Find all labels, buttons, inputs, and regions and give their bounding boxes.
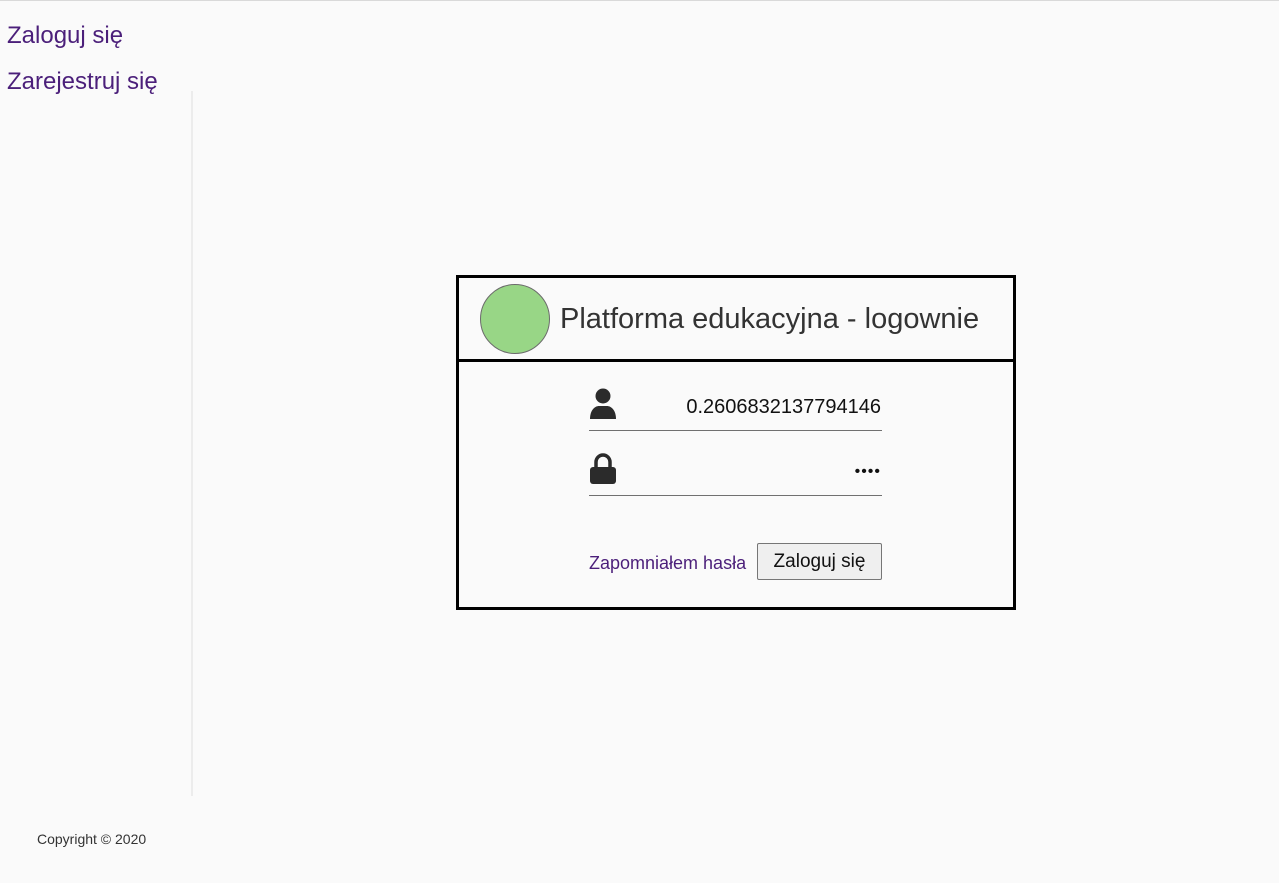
username-input[interactable] — [629, 394, 881, 420]
username-field — [589, 388, 882, 431]
login-card-header: Platforma edukacyjna - logownie — [459, 278, 1013, 362]
password-input[interactable] — [629, 459, 881, 485]
page-title: Platforma edukacyjna - logownie — [560, 303, 980, 335]
logo — [480, 284, 550, 354]
nav-register-link[interactable]: Zarejestruj się — [7, 68, 158, 96]
user-icon — [590, 388, 616, 419]
top-divider — [0, 0, 1279, 1]
login-card: Platforma edukacyjna - logownie Zapomnia… — [456, 275, 1016, 610]
lock-icon — [590, 453, 616, 484]
login-button[interactable]: Zaloguj się — [757, 543, 882, 580]
password-field — [589, 453, 882, 496]
sidebar-divider — [191, 91, 193, 796]
nav-login-link[interactable]: Zaloguj się — [7, 22, 123, 50]
forgot-password-link[interactable]: Zapomniałem hasła — [589, 553, 746, 574]
copyright-text: Copyright © 2020 — [37, 831, 147, 847]
